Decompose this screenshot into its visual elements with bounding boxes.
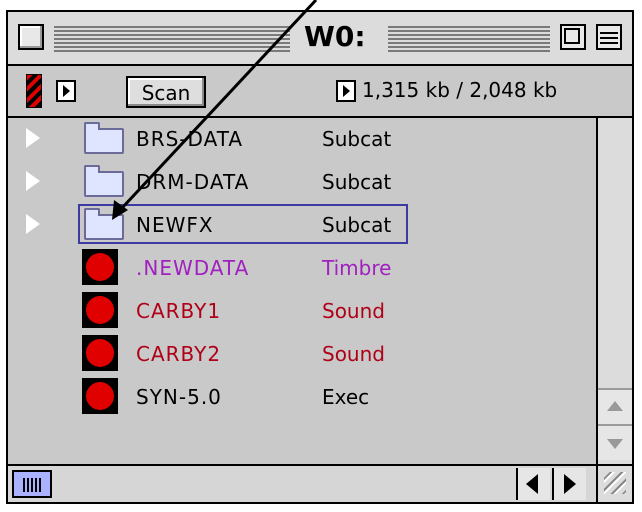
list-item[interactable]: .NEWDATA Timbre	[22, 247, 594, 287]
file-name: CARBY2	[136, 342, 222, 366]
file-kind: Subcat	[322, 170, 392, 194]
close-box[interactable]	[18, 24, 44, 50]
title-bar[interactable]: W0:	[8, 12, 632, 66]
file-name: .NEWDATA	[136, 256, 250, 280]
size-popup-icon[interactable]	[336, 80, 356, 102]
red-circle-file-icon[interactable]	[82, 335, 118, 371]
folder-icon[interactable]	[84, 122, 124, 154]
list-item[interactable]: DRM-DATA Subcat	[22, 161, 594, 201]
selection-outline	[78, 204, 408, 244]
vertical-scrollbar[interactable]	[596, 118, 632, 464]
file-name: DRM-DATA	[136, 170, 250, 194]
scroll-left-arrow-icon[interactable]	[516, 468, 550, 500]
list-item[interactable]: NEWFX Subcat	[22, 204, 594, 244]
scroll-right-arrow-icon[interactable]	[552, 468, 586, 500]
file-name: SYN-5.0	[136, 385, 222, 409]
finder-window: W0: Scan 1,315 kb / 2,048 kb BRS-DATA Sub…	[6, 10, 634, 504]
zoom-box[interactable]	[560, 24, 586, 50]
list-item[interactable]: CARBY2 Sound	[22, 333, 594, 373]
title-stripes-right	[388, 26, 550, 52]
red-circle-file-icon[interactable]	[82, 378, 118, 414]
resize-grip-icon[interactable]	[596, 464, 632, 502]
disclosure-triangle-icon[interactable]	[24, 126, 41, 150]
disclosure-triangle-icon[interactable]	[24, 212, 41, 236]
file-kind: Timbre	[322, 256, 392, 280]
folder-icon[interactable]	[84, 165, 124, 197]
menu-popup-icon[interactable]	[56, 80, 76, 102]
scroll-up-arrow-icon[interactable]	[598, 388, 632, 424]
file-kind: Exec	[322, 385, 370, 409]
list-item[interactable]: SYN-5.0 Exec	[22, 376, 594, 416]
scan-button[interactable]: Scan	[126, 76, 206, 108]
red-circle-file-icon[interactable]	[82, 292, 118, 328]
file-kind: Sound	[322, 299, 385, 323]
scroll-thumb[interactable]	[12, 470, 52, 498]
file-name: CARBY1	[136, 299, 222, 323]
file-kind: Subcat	[322, 127, 392, 151]
window-title: W0:	[294, 20, 376, 54]
lock-indicator-icon	[26, 74, 42, 108]
disclosure-triangle-icon[interactable]	[24, 169, 41, 193]
scroll-down-arrow-icon[interactable]	[598, 424, 632, 460]
disk-usage-text: 1,315 kb / 2,048 kb	[362, 78, 558, 102]
horizontal-scrollbar[interactable]	[8, 464, 596, 502]
toolbar: Scan 1,315 kb / 2,048 kb	[8, 66, 632, 118]
list-item[interactable]: CARBY1 Sound	[22, 290, 594, 330]
red-circle-file-icon[interactable]	[82, 249, 118, 285]
list-item[interactable]: BRS-DATA Subcat	[22, 118, 594, 158]
file-kind: Sound	[322, 342, 385, 366]
title-stripes-left	[54, 26, 290, 52]
collapse-box[interactable]	[596, 24, 622, 50]
file-list: BRS-DATA Subcat DRM-DATA Subcat NEWFX Subcat.…	[22, 118, 594, 464]
file-name: BRS-DATA	[136, 127, 244, 151]
